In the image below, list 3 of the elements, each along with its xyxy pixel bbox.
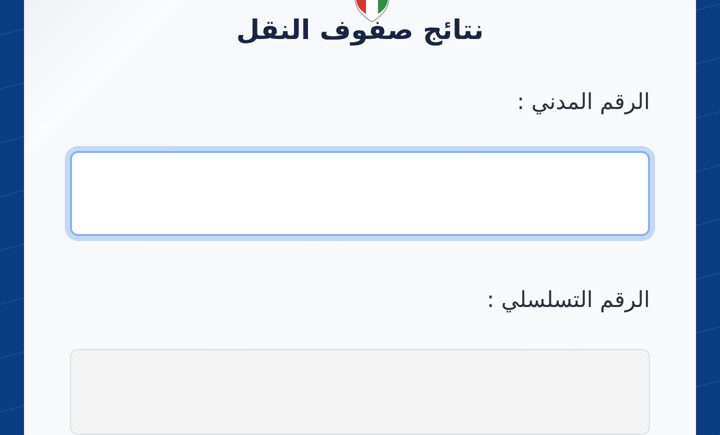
field-label: الرقم التسلسلي :: [486, 288, 650, 314]
page-title: نتائج صفوف النقل: [236, 16, 484, 46]
field-label: الرقم المدني :: [516, 90, 650, 115]
